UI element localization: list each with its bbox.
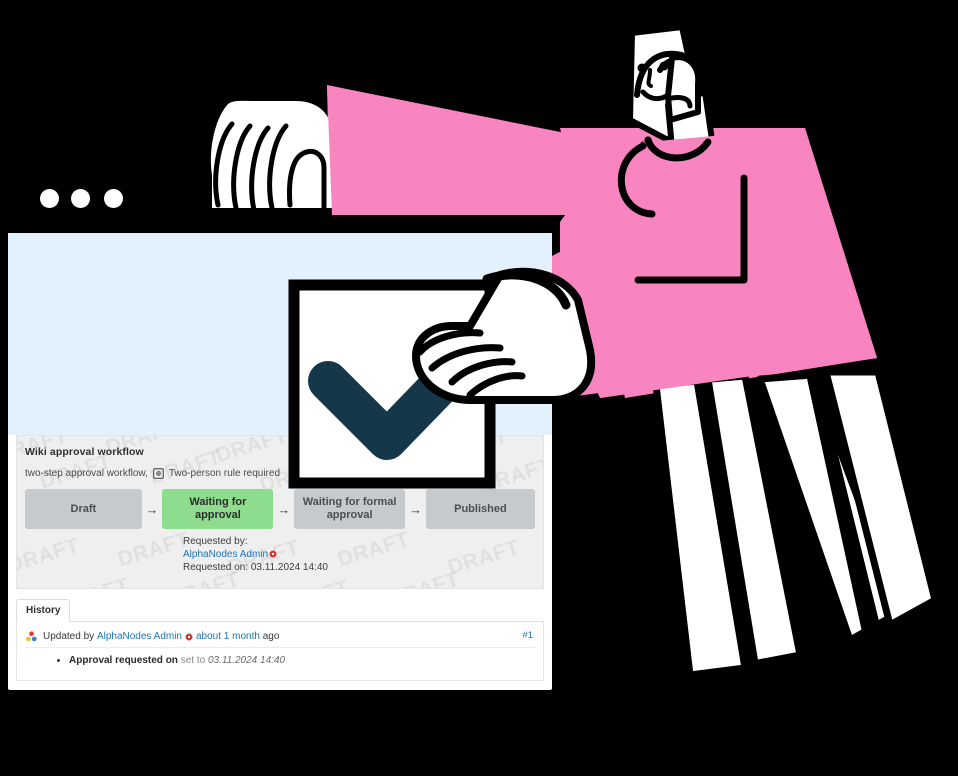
browser-window: DRAFT DRAFT DRAFT DRAFT DRAFT DRAFT DRAF… xyxy=(8,155,552,690)
window-dot-3[interactable] xyxy=(104,189,123,208)
workflow-subtitle-suffix: Two-person rule required xyxy=(168,468,281,479)
workflow-step-waiting-for-approval[interactable]: Waiting for approval xyxy=(162,489,274,529)
workflow-step-draft[interactable]: Draft xyxy=(25,489,142,529)
history-entry-header: Updated by AlphaNodes Admin about 1 month… xyxy=(25,630,535,649)
hero-banner-area xyxy=(8,233,552,435)
workflow-arrow-icon: → xyxy=(408,501,422,517)
workflow-subtitle-prefix: two-step approval workflow, xyxy=(25,468,148,479)
user-group-icon xyxy=(25,630,38,643)
workflow-step-waiting-for-formal-approval[interactable]: Waiting for formal approval xyxy=(294,489,406,529)
requested-on-text: Requested on: 03.11.2024 14:40 xyxy=(183,561,328,573)
draft-watermark: DRAFT xyxy=(115,527,193,572)
requested-by-label: Requested by: xyxy=(183,536,248,547)
requested-by-row: AlphaNodes Admin xyxy=(183,549,353,562)
history-time-suffix: ago xyxy=(262,631,280,643)
history-prefix: Updated by xyxy=(43,631,95,643)
workflow-arrow-icon: → xyxy=(145,501,159,517)
draft-watermark: DRAFT xyxy=(495,576,543,589)
draft-watermark: DRAFT xyxy=(385,568,462,589)
list-item: Approval requested on set to 03.11.2024 … xyxy=(69,655,535,666)
workflow-title: Wiki approval workflow xyxy=(25,446,144,458)
tab-history[interactable]: History xyxy=(16,599,71,623)
history-entry-number-link[interactable]: #1 xyxy=(522,630,533,641)
history-body: Updated by AlphaNodes Admin about 1 month… xyxy=(16,622,544,682)
history-user-link[interactable]: AlphaNodes Admin xyxy=(97,631,182,642)
two-person-rule-icon xyxy=(152,468,164,479)
draft-watermark: DRAFT xyxy=(445,535,523,580)
illustration-scene: DRAFT DRAFT DRAFT DRAFT DRAFT DRAFT DRAF… xyxy=(0,0,958,776)
history-time-link[interactable]: about 1 month xyxy=(196,631,260,642)
window-dot-2[interactable] xyxy=(71,189,90,208)
workflow-request-meta: Requested by: AlphaNodes Admin Requested… xyxy=(183,536,353,574)
workflow-step-published[interactable]: Published xyxy=(425,489,536,529)
red-gear-icon xyxy=(185,632,193,641)
history-detail-value: 03.11.2024 14:40 xyxy=(207,655,286,667)
draft-watermark: DRAFT xyxy=(543,435,544,460)
workflow-steps: Draft → Waiting for approval → Waiting f… xyxy=(25,489,536,529)
workflow-subtitle: two-step approval workflow, Two-person r… xyxy=(25,468,535,479)
draft-watermark: DRAFT xyxy=(275,576,352,589)
workflow-arrow-icon: → xyxy=(277,501,291,517)
draft-watermark: DRAFT xyxy=(16,533,83,578)
window-content: DRAFT DRAFT DRAFT DRAFT DRAFT DRAFT DRAF… xyxy=(8,233,552,690)
draft-watermark: DRAFT xyxy=(55,574,132,589)
red-gear-icon xyxy=(269,549,278,558)
history-tabs: History xyxy=(16,599,544,623)
requested-by-user-link[interactable]: AlphaNodes Admin xyxy=(183,549,268,560)
window-dot-1[interactable] xyxy=(40,189,59,208)
history-detail-setto: set to xyxy=(180,655,206,667)
history-detail-field: Approval requested on xyxy=(69,655,178,667)
history-section: History Updated by AlphaNodes Admin about… xyxy=(16,599,544,682)
history-detail-list: Approval requested on set to 03.11.2024 … xyxy=(25,655,535,666)
approval-workflow-panel: DRAFT DRAFT DRAFT DRAFT DRAFT DRAFT DRAF… xyxy=(16,435,544,590)
